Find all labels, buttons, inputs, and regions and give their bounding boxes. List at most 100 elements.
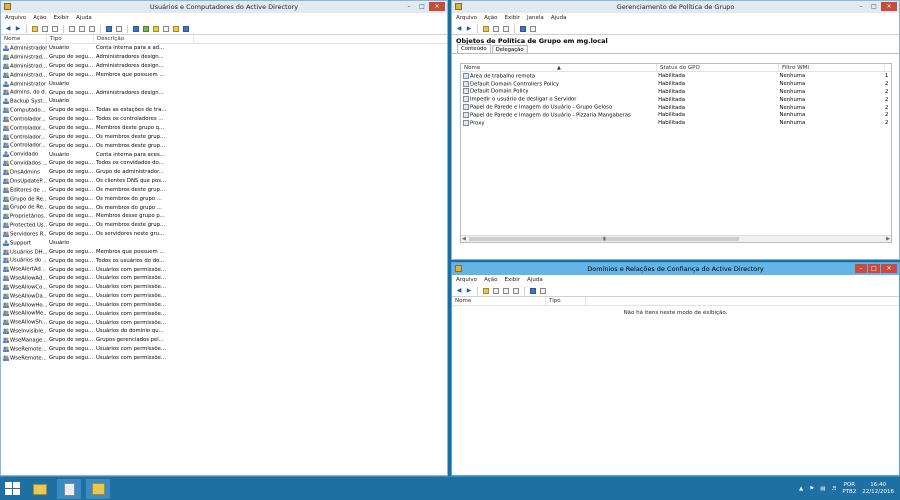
console-tree-icon[interactable] <box>41 25 49 33</box>
tab-delegacao[interactable]: Delegação <box>491 45 528 53</box>
column-status[interactable]: Status do GPO <box>657 64 779 71</box>
table-row[interactable]: WseAlertAd... Grupo de segu... Usuários co… <box>1 265 447 274</box>
table-row[interactable]: Administrad... Grupo de segu... Membros qu… <box>1 71 447 80</box>
add-to-group-icon[interactable] <box>182 25 190 33</box>
forward-arrow-icon[interactable]: ▶ <box>14 25 22 33</box>
up-folder-icon[interactable] <box>31 25 39 33</box>
table-row[interactable]: Proprietários... Grupo de segu... Membros … <box>1 212 447 221</box>
file-explorer-icon[interactable] <box>28 479 52 499</box>
console-tree-icon[interactable] <box>492 25 500 33</box>
table-row[interactable]: Administrad... Grupo de segu... Administra… <box>1 62 447 71</box>
column-descricao[interactable]: Descrição <box>94 35 194 43</box>
column-tipo[interactable]: Tipo <box>47 35 94 43</box>
action-pane-icon[interactable] <box>115 25 123 33</box>
properties-icon[interactable] <box>502 287 510 295</box>
table-row[interactable]: Protected Us... Grupo de segu... Os membro… <box>1 221 447 230</box>
table-row[interactable]: Papel de Parede e Imagem do Usuário - Gr… <box>461 104 891 112</box>
table-row[interactable]: Servidores R... Grupo de segu... Os servid… <box>1 230 447 239</box>
server-manager-taskbar-icon[interactable] <box>86 479 110 499</box>
forward-arrow-icon[interactable]: ▶ <box>465 25 473 33</box>
close-button[interactable]: ✕ <box>881 264 897 273</box>
table-row[interactable]: WseManage... Grupo de segu... Grupos geren… <box>1 336 447 345</box>
up-folder-icon[interactable] <box>482 287 490 295</box>
table-row[interactable]: DnsAdmins Grupo de segu... Grupo de admini… <box>1 168 447 177</box>
table-row[interactable]: Admins. do d... Grupo de segu... Administr… <box>1 88 447 97</box>
back-arrow-icon[interactable]: ◀ <box>4 25 12 33</box>
table-row[interactable]: Usuários do ... Grupo de segu... Todos os … <box>1 256 447 265</box>
table-row[interactable]: Controlador... Grupo de segu... Todos os c… <box>1 115 447 124</box>
table-row[interactable]: WseInvisible... Grupo de segu... Usuários … <box>1 327 447 336</box>
maximize-button[interactable]: □ <box>868 264 880 273</box>
menu-acao[interactable]: Ação <box>484 277 497 283</box>
table-row[interactable]: WseAllowSh... Grupo de segu... Usuários co… <box>1 318 447 327</box>
menu-acao[interactable]: Ação <box>484 15 497 21</box>
scroll-right-icon[interactable]: ▶ <box>886 236 890 242</box>
table-row[interactable]: Default Domain Policy Habilitada Nenhuma 2 <box>461 88 891 96</box>
close-button[interactable]: ✕ <box>881 2 897 11</box>
table-row[interactable]: Convidados ... Grupo de segu... Todos os c… <box>1 159 447 168</box>
minimize-button[interactable]: – <box>855 264 867 273</box>
menu-arquivo[interactable]: Arquivo <box>456 277 477 283</box>
gpm-titlebar[interactable]: Gerenciamento de Política de Grupo – □ ✕ <box>452 1 899 13</box>
menu-ajuda[interactable]: Ajuda <box>551 15 567 21</box>
table-row[interactable]: Grupo de Re... Grupo de segu... Os membros… <box>1 194 447 203</box>
table-row[interactable]: Proxy Habilitada Nenhuma 2 <box>461 119 891 127</box>
back-arrow-icon[interactable]: ◀ <box>455 287 463 295</box>
table-row[interactable]: Usuários DH... Grupo de segu... Membros qu… <box>1 247 447 256</box>
tab-conteudo[interactable]: Conteúdo <box>457 44 491 53</box>
table-row[interactable]: Controlador... Grupo de segu... Os membros… <box>1 141 447 150</box>
filter-icon[interactable] <box>162 25 170 33</box>
refresh-icon[interactable] <box>502 25 510 33</box>
table-row[interactable]: Área de trabalho remota Habilitada Nenhuma… <box>461 72 891 80</box>
volume-icon[interactable]: ♬ <box>831 486 836 492</box>
table-row[interactable]: Editores de ... Grupo de segu... Os membro… <box>1 186 447 195</box>
table-row[interactable]: WseAllowHo... Grupo de segu... Usuários co… <box>1 300 447 309</box>
column-nome[interactable]: Nome <box>1 35 47 43</box>
menu-acao[interactable]: Ação <box>33 15 46 21</box>
start-button[interactable] <box>2 481 24 497</box>
table-row[interactable]: WseRemote... Grupo de segu... Usuários com… <box>1 354 447 363</box>
help-icon[interactable] <box>529 287 537 295</box>
minimize-button[interactable]: – <box>403 2 415 11</box>
export-list-icon[interactable] <box>88 25 96 33</box>
table-row[interactable]: WseAllowDa... Grupo de segu... Usuários co… <box>1 292 447 301</box>
table-row[interactable]: DnsUpdateP... Grupo de segu... Os clientes… <box>1 177 447 186</box>
column-nome[interactable]: Nome <box>452 297 546 305</box>
back-arrow-icon[interactable]: ◀ <box>455 25 463 33</box>
table-row[interactable]: WseAllowAd... Grupo de segu... Usuários co… <box>1 274 447 283</box>
clock[interactable]: 16:40 22/12/2016 <box>862 482 894 496</box>
maximize-button[interactable]: □ <box>868 2 880 11</box>
aduc-titlebar[interactable]: Usuários e Computadores do Active Direct… <box>1 1 447 13</box>
table-row[interactable]: Convidado Usuário Conta interna para aces.… <box>1 150 447 159</box>
column-nome[interactable]: Nome ▲ <box>461 64 657 71</box>
table-row[interactable]: Support Usuário <box>1 239 447 248</box>
table-row[interactable]: Grupo de Re... Grupo de segu... Os membros… <box>1 203 447 212</box>
minimize-button[interactable]: – <box>855 2 867 11</box>
domains-titlebar[interactable]: Domínios e Relações de Confiança do Acti… <box>452 263 899 275</box>
forward-arrow-icon[interactable]: ▶ <box>465 287 473 295</box>
menu-exibir[interactable]: Exibir <box>505 15 521 21</box>
table-row[interactable]: Backup Syst... Usuário <box>1 97 447 106</box>
properties-icon[interactable] <box>68 25 76 33</box>
new-group-icon[interactable] <box>142 25 150 33</box>
table-row[interactable]: Administrador Usuário Conta interna para a… <box>1 44 447 53</box>
scroll-left-icon[interactable]: ◀ <box>462 236 466 242</box>
table-row[interactable]: Administrad... Grupo de segu... Administra… <box>1 53 447 62</box>
column-tipo[interactable]: Tipo <box>546 297 586 305</box>
action-pane-icon[interactable] <box>539 287 547 295</box>
table-row[interactable]: Default Domain Controllers Policy Habilit… <box>461 80 891 88</box>
maximize-button[interactable]: □ <box>416 2 428 11</box>
new-ou-icon[interactable] <box>152 25 160 33</box>
action-pane-icon[interactable] <box>529 25 537 33</box>
horizontal-scrollbar[interactable]: ◀ ▮ ▶ <box>461 235 891 242</box>
powershell-taskbar-icon[interactable] <box>57 479 81 499</box>
table-row[interactable]: WseRemote... Grupo de segu... Usuários com… <box>1 345 447 354</box>
help-icon[interactable] <box>519 25 527 33</box>
help-icon[interactable] <box>105 25 113 33</box>
console-tree-icon[interactable] <box>492 287 500 295</box>
close-button[interactable]: ✕ <box>429 2 445 11</box>
table-row[interactable]: Impedir o usuário de desligar o Servidor… <box>461 96 891 104</box>
new-user-icon[interactable] <box>132 25 140 33</box>
table-row[interactable]: WseAllowMe... Grupo de segu... Usuários co… <box>1 309 447 318</box>
flag-icon[interactable]: ⚑ <box>809 486 814 492</box>
